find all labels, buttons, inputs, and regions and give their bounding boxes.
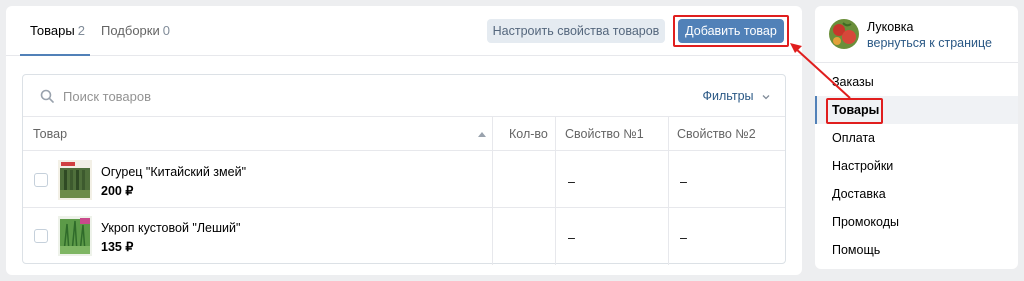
tab-collections-count: 0	[162, 23, 170, 38]
sidebar-item-delivery[interactable]: Доставка	[815, 180, 1018, 208]
sidebar-item-help[interactable]: Помощь	[815, 236, 1018, 264]
community-sidebar: Луковка вернуться к странице Заказы Това…	[815, 6, 1018, 269]
community-avatar[interactable]	[829, 19, 859, 49]
column-header-quantity: Кол-во	[509, 127, 548, 141]
table-row[interactable]: Укроп кустовой "Леший" 135 ₽ – –	[23, 208, 785, 264]
back-to-page-link[interactable]: вернуться к странице	[867, 36, 992, 50]
tab-collections[interactable]: Подборки 0	[101, 23, 170, 38]
column-header-product[interactable]: Товар	[33, 117, 67, 151]
row-checkbox[interactable]	[34, 229, 48, 243]
community-header: Луковка вернуться к странице	[815, 6, 1018, 63]
search-bar: Фильтры	[23, 75, 785, 117]
sidebar-item-payment[interactable]: Оплата	[815, 124, 1018, 152]
sidebar-item-settings[interactable]: Настройки	[815, 152, 1018, 180]
table-row[interactable]: Огурец "Китайский змей" 200 ₽ – –	[23, 152, 785, 208]
product-name[interactable]: Огурец "Китайский змей"	[101, 165, 246, 179]
filters-label: Фильтры	[702, 89, 754, 103]
chevron-down-icon	[762, 94, 770, 100]
product-price: 135 ₽	[101, 240, 134, 254]
product-property-2: –	[680, 231, 687, 245]
configure-properties-button[interactable]: Настроить свойства товаров	[487, 19, 665, 43]
search-icon	[40, 89, 54, 103]
active-tab-indicator	[20, 54, 90, 56]
search-input[interactable]	[63, 85, 623, 107]
sidebar-item-orders[interactable]: Заказы	[815, 68, 1018, 96]
filters-dropdown[interactable]: Фильтры	[703, 89, 771, 103]
column-header-property-1: Свойство №1	[565, 127, 644, 141]
tab-bar: Товары 2 Подборки 0 Настроить свойства тов…	[6, 6, 802, 56]
community-name[interactable]: Луковка	[867, 20, 914, 34]
products-table-card: Фильтры Товар Кол-во Свойство №1 Свойств…	[22, 74, 786, 265]
add-product-highlight	[673, 15, 789, 47]
sidebar-item-promocodes[interactable]: Промокоды	[815, 208, 1018, 236]
product-property-2: –	[680, 175, 687, 189]
column-header-property-2: Свойство №2	[677, 127, 756, 141]
product-property-1: –	[568, 231, 575, 245]
sort-up-icon[interactable]	[478, 131, 486, 137]
product-thumbnail[interactable]	[58, 160, 92, 200]
row-checkbox[interactable]	[34, 173, 48, 187]
tab-products-label: Товары	[30, 23, 75, 38]
products-panel: Товары 2 Подборки 0 Настроить свойства тов…	[6, 6, 802, 275]
table-header: Товар Кол-во Свойство №1 Свойство №2	[23, 117, 785, 151]
tab-products-count: 2	[77, 23, 85, 38]
products-menu-highlight	[826, 98, 883, 124]
product-property-1: –	[568, 175, 575, 189]
product-name[interactable]: Укроп кустовой "Леший"	[101, 221, 240, 235]
tab-collections-label: Подборки	[101, 23, 160, 38]
tab-products[interactable]: Товары 2	[30, 23, 85, 38]
product-thumbnail[interactable]	[58, 216, 92, 256]
product-price: 200 ₽	[101, 184, 134, 198]
